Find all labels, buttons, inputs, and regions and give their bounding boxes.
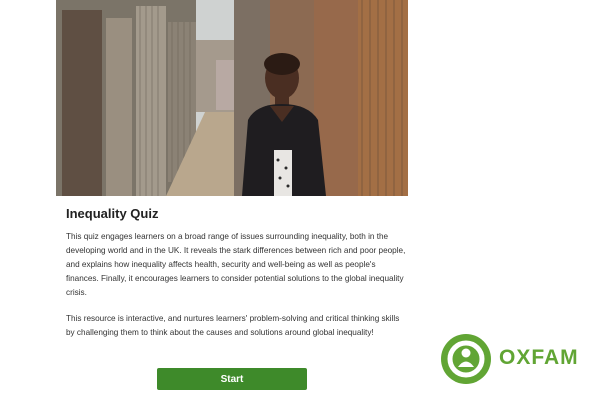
start-button[interactable]: Start <box>157 368 307 390</box>
oxfam-wordmark: OXFAM <box>499 346 579 369</box>
quiz-description: This quiz engages learners on a broad ra… <box>66 232 406 297</box>
hero-photo <box>56 0 408 196</box>
quiz-landing-page: Inequality Quiz This quiz engages learne… <box>0 0 600 400</box>
oxfam-person-icon <box>441 334 491 384</box>
page-title: Inequality Quiz <box>66 206 159 221</box>
oxfam-logo[interactable]: OXFAM <box>441 334 591 388</box>
quiz-resource-note: This resource is interactive, and nurtur… <box>66 314 400 337</box>
